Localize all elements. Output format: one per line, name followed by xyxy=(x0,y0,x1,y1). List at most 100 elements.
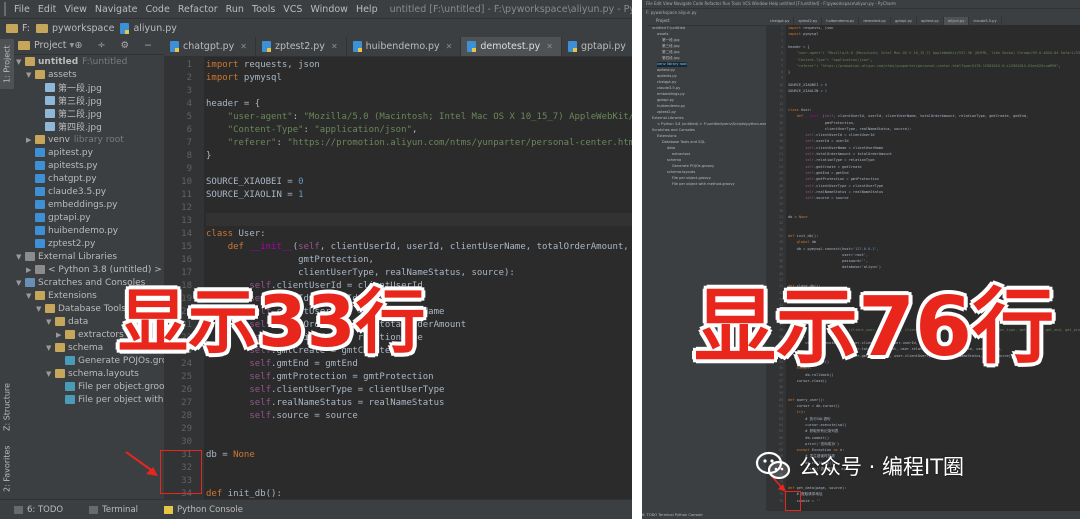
editor-tab[interactable]: zptest2.py ✕ xyxy=(256,37,347,56)
tree-item-small[interactable]: venv library root xyxy=(657,62,687,67)
editor-tab[interactable]: chatgpt.py ✕ xyxy=(164,37,256,56)
tree-item[interactable]: ▼ schema.layouts xyxy=(46,367,139,380)
tree-item[interactable]: zptest2.py xyxy=(26,237,95,250)
menu-item-run[interactable]: Run xyxy=(226,4,244,15)
tree-item-small[interactable]: schema.layouts xyxy=(667,170,695,175)
tree-item[interactable]: File per object.groov xyxy=(56,380,164,393)
tree-item[interactable]: 第四段.jpg xyxy=(36,120,102,133)
close-icon[interactable]: ✕ xyxy=(446,42,453,51)
structure-tool-tab[interactable]: Z: Structure xyxy=(0,377,14,437)
tree-arrow-icon[interactable]: ▶ xyxy=(26,136,35,144)
tree-item[interactable]: ▼ assets xyxy=(26,68,77,81)
tree-item[interactable]: ▶ venv library root xyxy=(26,133,124,146)
tree-item[interactable]: ▼ schema xyxy=(46,341,103,354)
code-editor-small[interactable]: import requests, json import pymysql heade… xyxy=(788,25,1080,511)
tree-item-small[interactable]: Extensions xyxy=(657,134,677,139)
editor-tab-small[interactable]: zptest2.py xyxy=(794,17,823,25)
editor-tab[interactable]: gptapi.py✕ xyxy=(562,37,632,56)
tree-item[interactable]: File per object with c xyxy=(56,393,164,406)
tree-item[interactable]: huibendemo.py xyxy=(26,224,118,237)
python-console-tool-button[interactable]: Python Console xyxy=(164,505,243,515)
tree-item[interactable]: ▼ data xyxy=(46,315,88,328)
close-icon[interactable]: ✕ xyxy=(240,42,247,51)
close-icon[interactable]: ✕ xyxy=(331,42,338,51)
editor-tab-small[interactable]: aliyun.py xyxy=(943,17,970,25)
tree-arrow-icon[interactable]: ▼ xyxy=(26,292,35,300)
editor-tab-small[interactable]: apitest.py xyxy=(917,17,944,25)
tree-item[interactable]: apitest.py xyxy=(26,146,93,159)
todo-tool-button[interactable]: 6: TODO xyxy=(14,505,63,515)
menu-item-navigate[interactable]: Navigate xyxy=(95,4,138,15)
editor-tab-small[interactable]: huibendemo.py xyxy=(822,17,860,25)
tree-item-small[interactable]: 第一段.jpg xyxy=(662,38,679,43)
tree-arrow-icon[interactable]: ▼ xyxy=(16,58,25,66)
tree-arrow-icon[interactable]: ▼ xyxy=(16,253,25,261)
menu-item-code[interactable]: Code xyxy=(145,4,169,15)
project-tool-tab[interactable]: 1: Project xyxy=(0,39,14,89)
tree-item[interactable]: 第三段.jpg xyxy=(36,94,102,107)
terminal-tool-button[interactable]: Terminal xyxy=(89,505,138,515)
tree-item[interactable]: ▶< Python 3.8 (untitled) >F:\unt xyxy=(26,263,164,276)
tree-item-small[interactable]: Database Tools and SQL xyxy=(662,140,705,145)
tree-item-small[interactable]: apitest.py xyxy=(657,68,675,73)
close-icon[interactable]: ✕ xyxy=(546,42,553,51)
menu-item-window[interactable]: Window xyxy=(310,4,347,15)
tree-item-small[interactable]: File per object.groovy xyxy=(672,176,711,181)
nav-folder[interactable]: pyworkspace xyxy=(35,23,114,34)
tree-item-small[interactable]: assets xyxy=(657,32,668,37)
tree-item-small[interactable]: extractors xyxy=(672,152,690,157)
tree-item[interactable]: embeddings.py xyxy=(26,198,118,211)
tree-item[interactable]: ▼ Extensions xyxy=(26,289,97,302)
tree-arrow-icon[interactable]: ▼ xyxy=(46,344,55,352)
menu-item-view[interactable]: View xyxy=(64,4,87,15)
tree-item-small[interactable]: schema xyxy=(667,158,681,163)
editor-tab[interactable]: demotest.py ✕ xyxy=(461,37,562,56)
tree-arrow-icon[interactable]: ▼ xyxy=(26,71,35,79)
tree-item-small[interactable]: File per object with method.groovy xyxy=(672,182,735,187)
tree-item[interactable]: gptapi.py xyxy=(26,211,91,224)
code-editor[interactable]: import requests, json import pymysql heade… xyxy=(206,57,632,499)
tree-item-small[interactable]: 第四段.jpg xyxy=(662,56,679,61)
tree-item-small[interactable]: huibendemo.py xyxy=(657,104,685,109)
tree-item-small[interactable]: zptest2.py xyxy=(657,110,676,115)
editor-tab-small[interactable]: gptapi.py xyxy=(891,17,917,25)
editor-tab-small[interactable]: chatgpt.py xyxy=(766,17,795,25)
tree-item-small[interactable]: data xyxy=(667,146,675,151)
tree-arrow-icon[interactable]: ▶ xyxy=(56,331,65,339)
tree-item-small[interactable]: 第二段.jpg xyxy=(662,50,679,55)
tree-item-small[interactable]: untitled F:\untitled xyxy=(652,26,685,31)
tree-item[interactable]: claude3.5.py xyxy=(26,185,106,198)
tree-item-small[interactable]: chatgpt.py xyxy=(657,80,676,85)
tree-item-small[interactable]: embeddings.py xyxy=(657,92,685,97)
tree-item-small[interactable]: External Libraries xyxy=(652,116,684,121)
tree-item[interactable]: ▼ untitled F:\untitled xyxy=(16,55,127,68)
menu-item-refactor[interactable]: Refactor xyxy=(178,4,218,15)
editor-tab[interactable]: huibendemo.py ✕ xyxy=(347,37,462,56)
nav-drive[interactable]: F: xyxy=(6,23,30,34)
tree-item[interactable]: 第二段.jpg xyxy=(36,107,102,120)
menu-item-tools[interactable]: Tools xyxy=(252,4,275,15)
editor-tab-small[interactable]: claude3.5.py xyxy=(969,17,1002,25)
tree-item[interactable]: chatgpt.py xyxy=(26,172,97,185)
tree-item-small[interactable]: claude3.5.py xyxy=(657,86,680,91)
menu-item-edit[interactable]: Edit xyxy=(38,4,56,15)
tree-arrow-icon[interactable]: ▼ xyxy=(46,370,55,378)
menu-item-file[interactable]: File xyxy=(14,4,30,15)
project-panel-tools[interactable]: ⊕ ÷ ⚙ − xyxy=(75,40,158,51)
tree-item[interactable]: ▼ External Libraries xyxy=(16,250,117,263)
tree-arrow-icon[interactable]: ▼ xyxy=(16,279,25,287)
menu-item-help[interactable]: Help xyxy=(356,4,378,15)
favorites-tool-tab[interactable]: 2: Favorites xyxy=(0,442,14,496)
tree-arrow-icon[interactable]: ▶ xyxy=(26,266,35,274)
tree-item[interactable]: ▶ extractors xyxy=(56,328,124,341)
tree-item-small[interactable]: Generate POJOs.groovy xyxy=(672,164,714,169)
tree-arrow-icon[interactable]: ▼ xyxy=(36,305,45,313)
tree-item[interactable]: apitests.py xyxy=(26,159,98,172)
tree-item-small[interactable]: 第三段.jpg xyxy=(662,44,679,49)
tree-item-small[interactable]: apitests.py xyxy=(657,74,677,79)
editor-tab-small[interactable]: demotest.py xyxy=(859,17,891,25)
tree-arrow-icon[interactable]: ▼ xyxy=(46,318,55,326)
tree-item-small[interactable]: gptapi.py xyxy=(657,98,674,103)
nav-file[interactable]: aliyun.py xyxy=(120,23,177,34)
tree-item-small[interactable]: < Python 3.8 (untitled) > F:\untitled\ve… xyxy=(657,122,766,127)
